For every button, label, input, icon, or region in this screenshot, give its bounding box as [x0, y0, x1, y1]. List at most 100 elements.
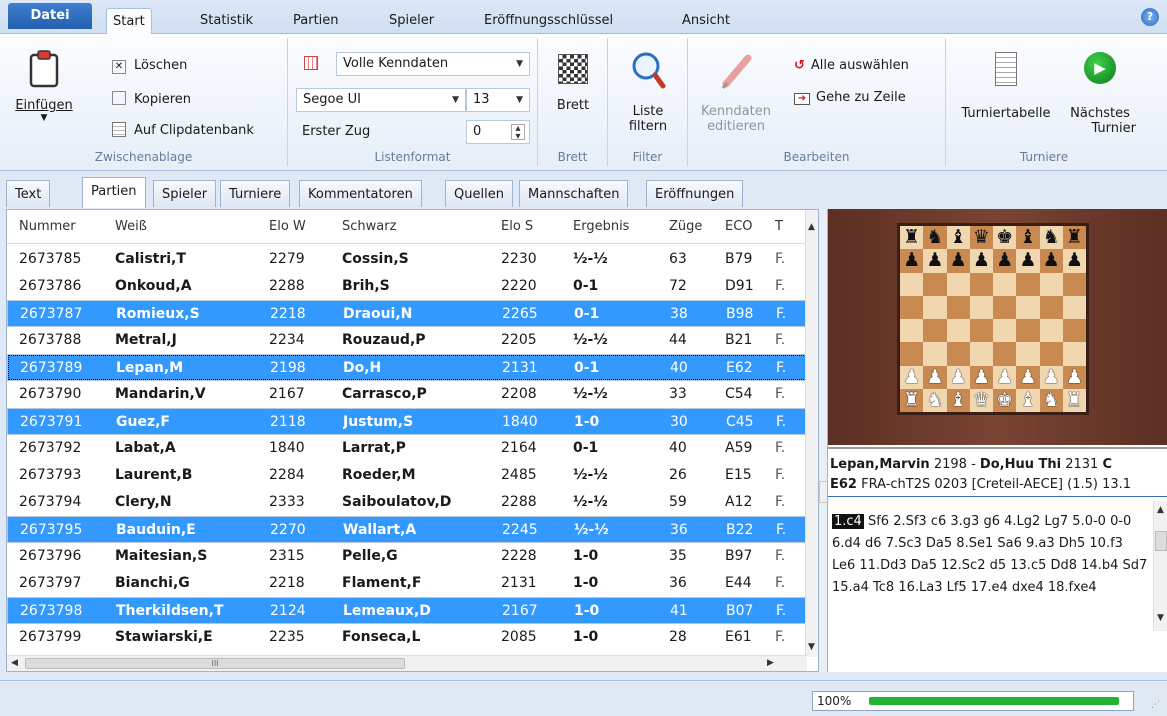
black-piece-icon[interactable]: ♟	[1066, 251, 1083, 270]
white-piece-icon[interactable]: ♞	[1043, 390, 1060, 410]
move-list[interactable]: Sf6 2.Sf3 c6 3.g3 g6 4.Lg2 Lg7 5.0-0 0-0…	[832, 514, 1147, 595]
board-square[interactable]: ♜	[1062, 226, 1086, 250]
board-square[interactable]: ♟	[946, 249, 970, 273]
tournament-table-button[interactable]: Turniertabelle	[958, 52, 1054, 121]
board-square[interactable]: ♞	[923, 388, 947, 412]
white-piece-icon[interactable]: ♟	[1019, 367, 1036, 387]
board-square[interactable]	[1016, 295, 1040, 319]
board-square[interactable]: ♟	[969, 249, 993, 273]
black-piece-icon[interactable]: ♜	[903, 228, 920, 247]
black-piece-icon[interactable]: ♟	[1019, 251, 1036, 270]
next-tournament-button[interactable]: ▶ Nächstes Turnier	[1064, 52, 1136, 136]
board-square[interactable]: ♟	[946, 365, 970, 389]
font-size-select[interactable]: 13 ▼	[466, 88, 530, 112]
table-row[interactable]: 2673787 Romieux,S 2218 Draoui,N 2265 0-1 38 B98…	[7, 300, 807, 327]
board-square[interactable]	[946, 319, 970, 343]
white-piece-icon[interactable]: ♛	[973, 390, 990, 410]
tab-ansicht[interactable]: Ansicht	[676, 8, 736, 34]
col-weiss[interactable]: Weiß	[115, 210, 147, 244]
board-square[interactable]: ♟	[923, 365, 947, 389]
board-square[interactable]: ♜	[900, 388, 924, 412]
chevron-down-icon[interactable]: ▼	[14, 113, 74, 123]
scroll-down-icon[interactable]: ▼	[1157, 613, 1164, 623]
board-square[interactable]	[1062, 342, 1086, 366]
chessboard[interactable]: ♜ ♞ ♝ ♛ ♚ ♝ ♞ ♜ ♟ ♟ ♟ ♟ ♟ ♟ ♟ ♟ ♟ ♟ ♟ ♟ ♟ ♟ ♟ ♟ ♜ ♞ ♝ ♛ ♚ ♝ ♞ ♜	[897, 223, 1089, 415]
scroll-up-icon[interactable]: ▲	[808, 222, 815, 232]
board-square[interactable]	[1039, 295, 1063, 319]
table-row[interactable]: 2673794 Clery,N 2333 Saiboulatov,D 2288 ½-½ 59…	[7, 489, 807, 516]
board-square[interactable]: ♟	[923, 249, 947, 273]
board-square[interactable]	[1016, 319, 1040, 343]
board-button[interactable]: Brett	[546, 54, 600, 113]
board-square[interactable]	[1062, 319, 1086, 343]
table-row[interactable]: 2673788 Metral,J 2234 Rouzaud,P 2205 ½-½ 44 B21…	[7, 327, 807, 354]
white-piece-icon[interactable]: ♟	[1043, 367, 1060, 387]
scroll-right-icon[interactable]: ▶	[767, 658, 774, 668]
board-square[interactable]	[923, 342, 947, 366]
board-square[interactable]	[1016, 342, 1040, 366]
table-row[interactable]: 2673792 Labat,A 1840 Larrat,P 2164 0-1 40 A59 F.	[7, 435, 807, 462]
board-square[interactable]	[1039, 342, 1063, 366]
notation-scrollbar[interactable]: ▲ ▼	[1153, 501, 1167, 631]
board-square[interactable]: ♞	[1039, 388, 1063, 412]
board-square[interactable]	[969, 319, 993, 343]
scroll-down-icon[interactable]: ▼	[808, 642, 815, 652]
table-row[interactable]: 2673795 Bauduin,E 2270 Wallart,A 2245 ½-½ 36 B2…	[7, 516, 807, 543]
board-square[interactable]	[900, 319, 924, 343]
black-piece-icon[interactable]: ♞	[926, 228, 943, 247]
first-move-stepper[interactable]: 0 ▴ ▾	[466, 120, 530, 144]
board-square[interactable]: ♞	[1039, 226, 1063, 250]
table-row[interactable]: 2673786 Onkoud,A 2288 Brih,S 2220 0-1 72 D91 F.	[7, 273, 807, 300]
white-piece-icon[interactable]: ♝	[950, 390, 967, 410]
white-piece-icon[interactable]: ♝	[1019, 390, 1036, 410]
board-square[interactable]: ♟	[1039, 365, 1063, 389]
black-piece-icon[interactable]: ♟	[903, 251, 920, 270]
notation-scroll-thumb[interactable]	[1155, 531, 1167, 551]
col-zuege[interactable]: Züge	[669, 210, 702, 244]
black-piece-icon[interactable]: ♝	[1019, 228, 1036, 247]
table-row[interactable]: 2673793 Laurent,B 2284 Roeder,M 2485 ½-½ 26 E15…	[7, 462, 807, 489]
pane-splitter[interactable]	[819, 209, 833, 672]
tab-text[interactable]: Text	[6, 180, 51, 207]
board-square[interactable]	[900, 342, 924, 366]
notation-panel[interactable]: 1.c4 Sf6 2.Sf3 c6 3.g3 g6 4.Lg2 Lg7 5.0-…	[828, 509, 1154, 629]
board-square[interactable]: ♝	[1016, 388, 1040, 412]
vertical-scrollbar[interactable]: ▲ ▼	[805, 210, 818, 657]
board-square[interactable]: ♟	[993, 249, 1017, 273]
spinner-icon[interactable]: ▴ ▾	[511, 124, 525, 142]
board-square[interactable]	[969, 272, 993, 296]
white-piece-icon[interactable]: ♟	[903, 367, 920, 387]
board-square[interactable]: ♟	[900, 249, 924, 273]
white-piece-icon[interactable]: ♟	[1066, 367, 1083, 387]
tab-turniere-list[interactable]: Turniere	[220, 180, 291, 207]
tab-eroeffnungsschluessel[interactable]: Eröffnungsschlüssel	[478, 8, 619, 34]
col-t[interactable]: T	[775, 210, 783, 244]
board-square[interactable]: ♟	[993, 365, 1017, 389]
filter-list-button[interactable]: Liste filtern	[616, 50, 680, 134]
board-square[interactable]	[923, 295, 947, 319]
tab-quellen[interactable]: Quellen	[445, 180, 513, 207]
tab-eroeffnungen[interactable]: Eröffnungen	[646, 180, 744, 207]
board-square[interactable]	[900, 272, 924, 296]
col-nummer[interactable]: Nummer	[19, 210, 76, 244]
board-square[interactable]: ♝	[946, 388, 970, 412]
white-piece-icon[interactable]: ♞	[926, 390, 943, 410]
table-row[interactable]: 2673798 Therkildsen,T 2124 Lemeaux,D 2167 1-0…	[7, 597, 807, 624]
board-square[interactable]: ♞	[923, 226, 947, 250]
scroll-up-icon[interactable]: ▲	[1157, 505, 1164, 515]
board-square[interactable]: ♜	[1062, 388, 1086, 412]
tab-partien-list[interactable]: Partien	[82, 177, 146, 208]
board-square[interactable]	[1016, 272, 1040, 296]
board-square[interactable]: ♟	[1062, 249, 1086, 273]
board-square[interactable]	[1062, 272, 1086, 296]
tab-statistik[interactable]: Statistik	[194, 8, 259, 34]
board-square[interactable]	[993, 295, 1017, 319]
board-square[interactable]: ♛	[969, 388, 993, 412]
table-row[interactable]: 2673789 Lepan,M 2198 Do,H 2131 0-1 40 E62 F.	[7, 354, 807, 381]
goto-row-button[interactable]: ➜ Gehe zu Zeile	[794, 90, 906, 105]
board-square[interactable]	[1039, 272, 1063, 296]
select-all-button[interactable]: ↺ Alle auswählen	[794, 58, 909, 73]
col-ergebnis[interactable]: Ergebnis	[573, 210, 629, 244]
table-row[interactable]: 2673796 Maitesian,S 2315 Pelle,G 2228 1-0 35 B9…	[7, 543, 807, 570]
board-square[interactable]	[946, 295, 970, 319]
